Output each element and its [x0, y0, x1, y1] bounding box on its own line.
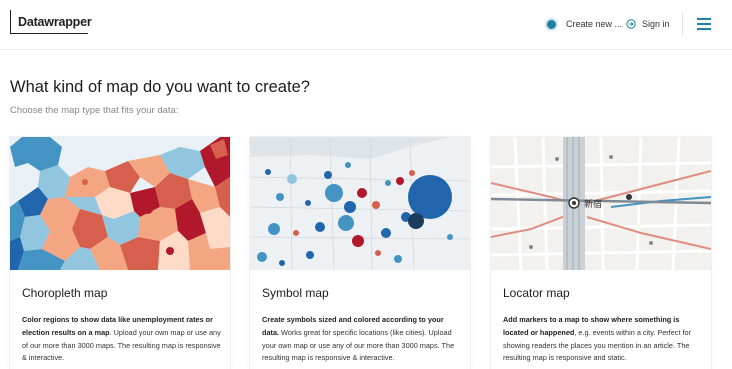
- nav-divider: [682, 12, 683, 36]
- symbol-map-card[interactable]: Symbol map Create symbols sized and colo…: [250, 137, 470, 369]
- locator-map-card[interactable]: 新宿 Locator map Add markers to a map to s…: [491, 137, 711, 369]
- sign-in-link[interactable]: Sign in: [626, 16, 670, 32]
- card-title-locator: Locator map: [503, 286, 570, 300]
- locator-map-preview: 新宿: [491, 137, 711, 270]
- page-subtitle: Choose the map type that fits your data:: [10, 105, 179, 116]
- station-label: 新宿: [584, 198, 602, 210]
- card-description-choropleth: Color regions to show data like unemploy…: [22, 315, 221, 363]
- card-description-locator: Add markers to a map to show where somet…: [503, 315, 692, 363]
- card-description-symbol: Create symbols sized and colored accordi…: [262, 315, 455, 363]
- page-title: What kind of map do you want to create?: [10, 78, 310, 96]
- choropleth-map-preview: [10, 137, 230, 270]
- datawrapper-logo[interactable]: Datawrapper: [10, 10, 92, 34]
- card-title-choropleth: Choropleth map: [22, 286, 108, 300]
- symbol-map-preview: [250, 137, 470, 270]
- create-new-button[interactable]: Create new ...: [545, 16, 622, 32]
- hamburger-menu-icon[interactable]: [697, 18, 711, 30]
- create-new-label: Create new ...: [566, 19, 623, 29]
- create-dot-icon: [545, 17, 558, 31]
- choropleth-map-card[interactable]: Choropleth map Color regions to show dat…: [10, 137, 230, 369]
- sign-in-label: Sign in: [642, 19, 670, 29]
- sign-in-icon: [626, 19, 636, 29]
- card-title-symbol: Symbol map: [262, 286, 329, 300]
- top-bar: Datawrapper Create new ... Sign in: [0, 0, 732, 50]
